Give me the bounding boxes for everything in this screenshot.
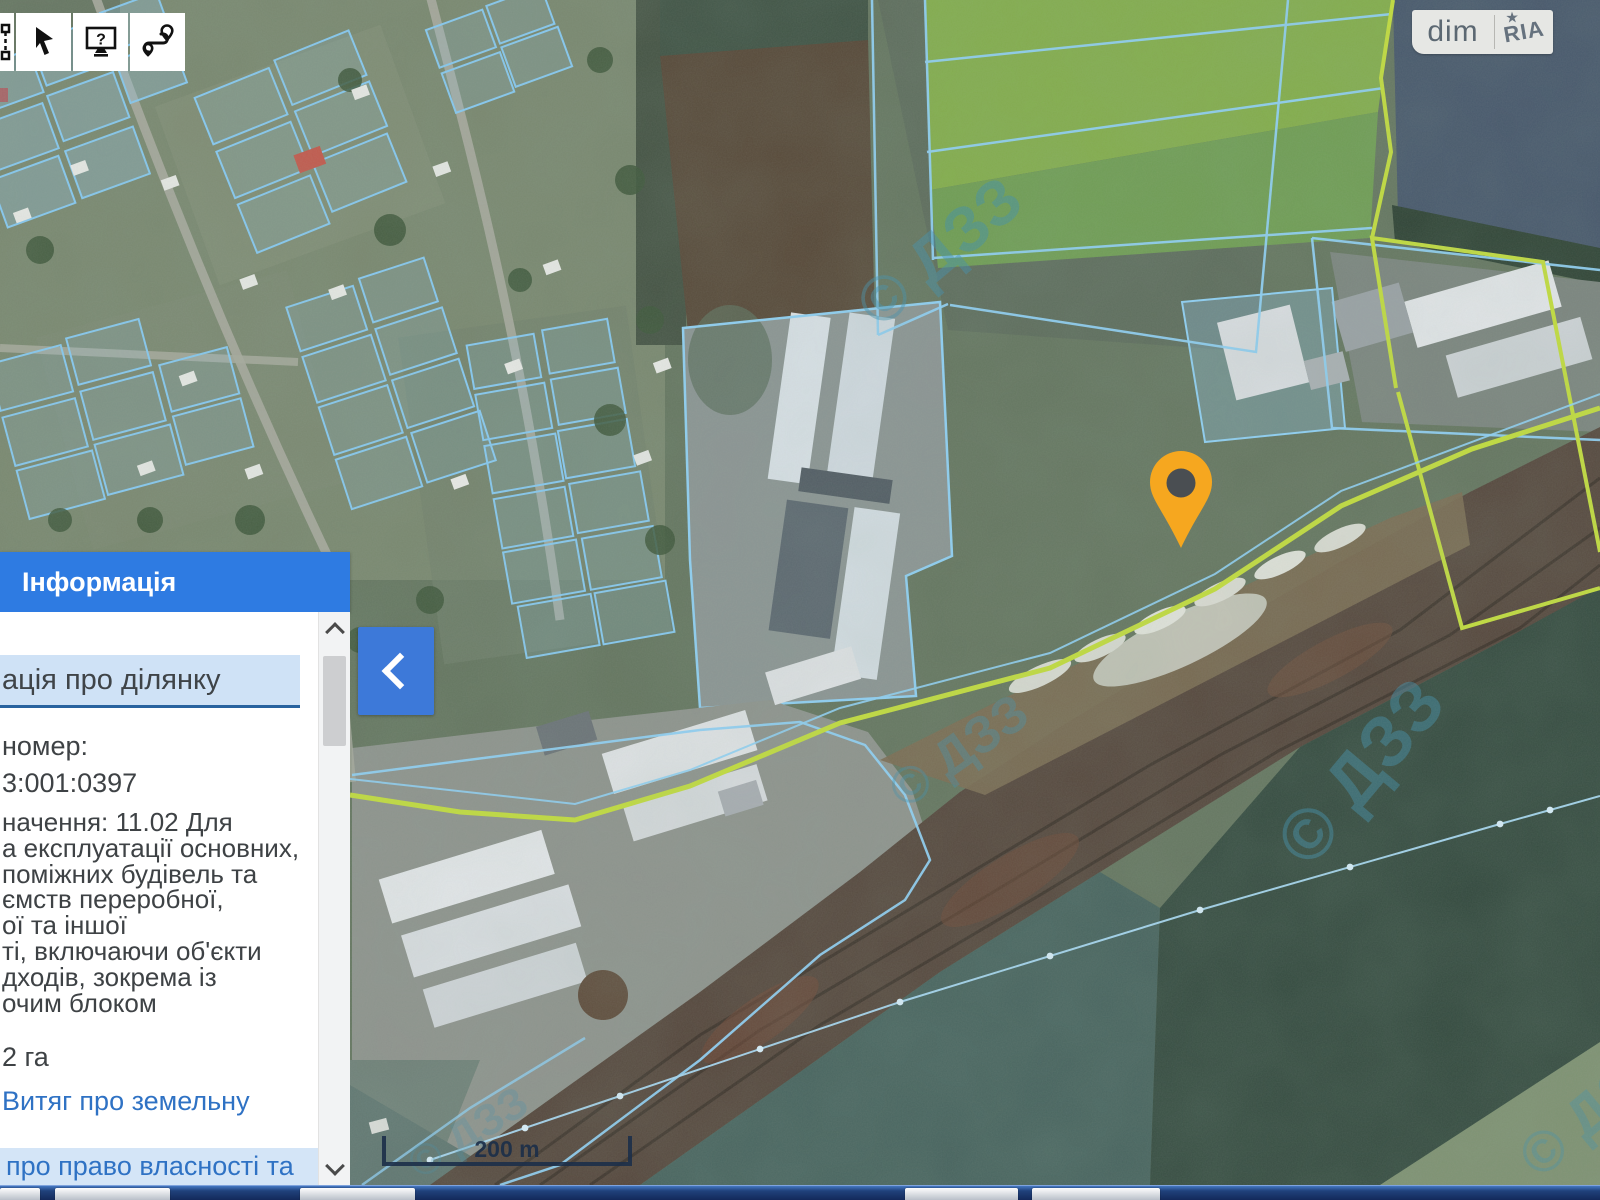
info-tool-button[interactable]: ?: [73, 13, 128, 71]
ownership-link[interactable]: про право власності та: [0, 1148, 318, 1185]
purpose-line: дходів, зокрема із: [2, 961, 217, 992]
purpose-line: ті, включаючи об'єкти: [2, 935, 262, 966]
cadastral-map-app: © ДЗЗ © ДЗЗ © ДЗЗ © ДЗЗ © ДЗЗ: [0, 0, 1600, 1200]
info-panel-header: Інформація: [0, 552, 350, 612]
scale-bar: 200 m: [382, 1136, 632, 1166]
area-value: 2 га: [2, 1042, 49, 1072]
purpose-line: очим блоком: [2, 987, 157, 1018]
chevron-left-icon: [381, 652, 419, 690]
route-tool-button[interactable]: [130, 13, 185, 71]
cadastral-number-value: 3:001:0397: [2, 768, 138, 798]
cursor-icon: [35, 27, 53, 55]
scroll-up-button[interactable]: [319, 612, 351, 646]
panel-collapse-button[interactable]: [358, 627, 434, 715]
taskbar-button[interactable]: [55, 1188, 170, 1200]
dim-ria-logo[interactable]: dim ★ RIA: [1412, 10, 1553, 54]
chevron-down-icon: [325, 1155, 345, 1176]
cursor-tool-button[interactable]: [16, 13, 71, 71]
info-panel-body: ація про ділянку номер: 3:001:0397 начен…: [0, 612, 318, 1185]
dim-label: dim: [1427, 15, 1479, 48]
scale-label: 200 m: [474, 1135, 540, 1162]
scroll-down-button[interactable]: [319, 1151, 351, 1185]
scrollbar-thumb[interactable]: [323, 656, 346, 746]
measure-tool-button[interactable]: [0, 13, 14, 71]
taskbar-button[interactable]: [905, 1188, 1018, 1200]
purpose-line: начення: 11.02 Для: [2, 807, 233, 837]
taskbar-button[interactable]: [1032, 1188, 1160, 1200]
purpose-paragraph: начення: 11.02 Для а експлуатації основн…: [2, 807, 300, 1018]
help-monitor-icon: ?: [85, 26, 116, 57]
svg-text:?: ?: [96, 32, 106, 49]
ria-label: ★ RIA: [1501, 9, 1547, 48]
purpose-line: а експлуатації основних,: [2, 832, 300, 863]
cadastral-number-label: номер:: [2, 731, 89, 761]
taskbar-button[interactable]: [0, 1188, 40, 1200]
chevron-up-icon: [325, 621, 345, 642]
parcel-info-section-title[interactable]: ація про ділянку: [0, 655, 300, 708]
map-toolbar: ?: [0, 13, 185, 71]
taskbar-button[interactable]: [300, 1188, 415, 1200]
taskbar: [0, 1185, 1600, 1200]
measure-icon: [0, 23, 11, 61]
panel-scrollbar[interactable]: [318, 612, 350, 1185]
route-icon: [141, 24, 174, 57]
extract-link[interactable]: Витяг про земельну: [2, 1086, 250, 1117]
star-icon: ★: [1506, 9, 1520, 25]
